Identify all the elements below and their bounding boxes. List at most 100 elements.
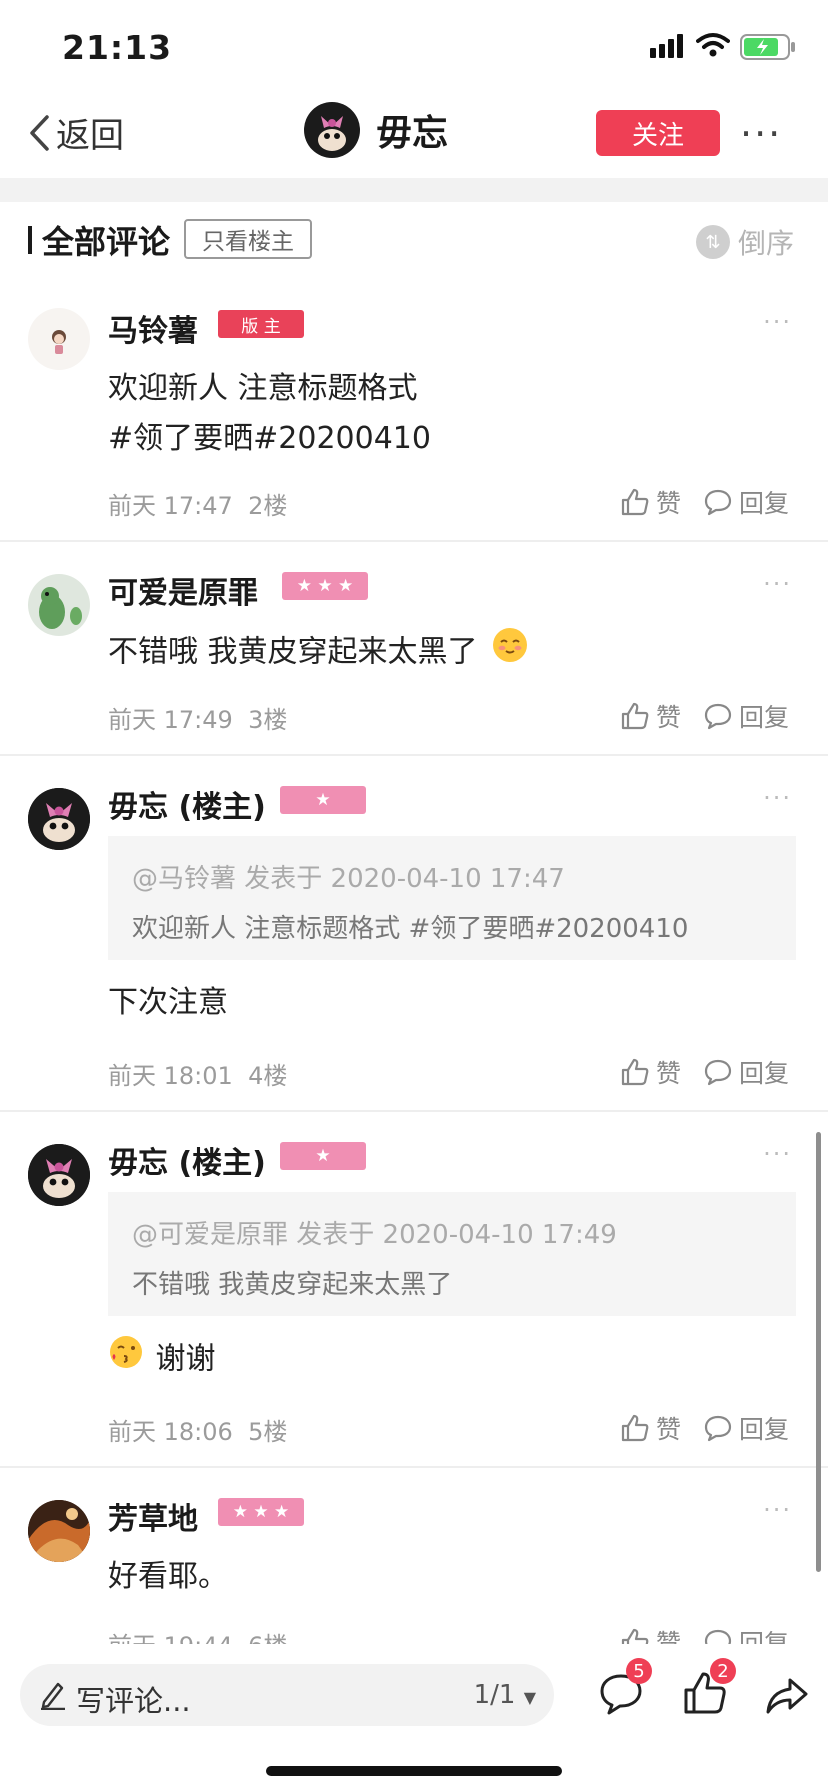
comment-placeholder: 写评论... — [76, 1684, 191, 1718]
quote-header: @可爱是原罪 发表于 2020-04-10 17:49 — [132, 1220, 617, 1250]
comment-meta: 前天 19:44 6楼 — [108, 1626, 287, 1644]
comment-more-button[interactable]: ··· — [763, 1496, 792, 1524]
like-label: 赞 — [656, 1629, 682, 1644]
back-label: 返回 — [56, 116, 124, 156]
reply-button[interactable]: 回复 — [703, 1054, 789, 1090]
like-label: 赞 — [656, 1415, 682, 1444]
reply-label: 回复 — [739, 703, 790, 732]
comment-item: 可爱是原罪 ★ ★ ★ ··· 不错哦 我黄皮穿起来太黑了 前天 17:49 3… — [0, 562, 828, 754]
battery-icon — [740, 34, 796, 64]
chat-bubble-icon — [704, 1629, 732, 1644]
page-selector[interactable]: 1/1 ▼ — [474, 1680, 536, 1710]
signal-icon — [650, 34, 686, 62]
nav-user[interactable]: 毋忘 — [304, 102, 448, 158]
level-badge: ★ ★ ★ — [218, 1498, 304, 1526]
pencil-icon — [41, 1682, 65, 1710]
like-button[interactable]: 赞 — [620, 1054, 681, 1090]
thumbs-up-icon — [621, 1628, 649, 1644]
comment-floor: 6楼 — [248, 1632, 287, 1644]
avatar[interactable] — [28, 308, 90, 370]
thumbs-up-icon — [621, 488, 649, 516]
reply-button[interactable]: 回复 — [703, 698, 789, 734]
reply-button[interactable]: 回复 — [703, 1624, 789, 1644]
home-indicator — [266, 1766, 562, 1776]
comment-text: 谢谢 — [108, 1334, 216, 1386]
like-button[interactable]: 赞 — [620, 484, 681, 520]
avatar[interactable] — [28, 574, 90, 636]
avatar[interactable] — [28, 1144, 90, 1206]
like-button[interactable]: 赞 — [620, 698, 681, 734]
username[interactable]: 可爱是原罪 — [108, 568, 258, 612]
reply-label: 回复 — [739, 1629, 790, 1644]
comment-item: 马铃薯 版 主 ··· 欢迎新人 注意标题格式 #领了要晒#20200410 前… — [0, 300, 828, 540]
reply-label: 回复 — [739, 489, 790, 518]
level-badge: ★ — [280, 786, 366, 814]
wifi-icon — [696, 32, 730, 62]
all-comments-tab[interactable]: 全部评论 — [28, 217, 170, 263]
quoted-comment[interactable]: @马铃薯 发表于 2020-04-10 17:47 欢迎新人 注意标题格式 #领… — [108, 836, 796, 960]
avatar[interactable] — [28, 788, 90, 850]
comment-text: 下次注意 — [108, 985, 228, 1020]
like-button[interactable]: 赞 — [620, 1624, 681, 1644]
like-label: 赞 — [656, 1059, 682, 1088]
comment-floor: 3楼 — [248, 706, 288, 734]
chat-bubble-icon — [704, 703, 732, 730]
comment-actions: 赞 回复 — [620, 484, 789, 520]
comment-floor: 4楼 — [248, 1062, 288, 1090]
comment-text: 好看耶。 — [108, 1559, 228, 1594]
nav-avatar[interactable] — [304, 102, 360, 158]
username[interactable]: 毋忘 (楼主) — [108, 782, 266, 826]
comment-meta: 前天 17:49 3楼 — [108, 700, 287, 735]
comment-divider — [0, 754, 828, 756]
username[interactable]: 芳草地 — [108, 1494, 198, 1538]
comment-item: 芳草地 ★ ★ ★ ··· 好看耶。 前天 19:44 6楼 赞 回复 — [0, 1488, 828, 1644]
comment-floor: 2楼 — [248, 492, 288, 520]
quoted-comment[interactable]: @可爱是原罪 发表于 2020-04-10 17:49 不错哦 我黄皮穿起来太黑… — [108, 1192, 796, 1316]
sort-button[interactable]: ⇅ 倒序 — [696, 222, 794, 262]
avatar[interactable] — [28, 1500, 90, 1562]
sort-label: 倒序 — [738, 227, 795, 260]
level-badge: ★ ★ ★ — [282, 572, 368, 600]
comment-line: 欢迎新人 注意标题格式 — [108, 371, 418, 406]
back-button[interactable]: 返回 — [28, 108, 124, 157]
comment-body: 谢谢 — [155, 1341, 216, 1377]
comment-time: 前天 18:06 — [108, 1418, 233, 1446]
chat-bubble-icon — [704, 1415, 732, 1442]
comment-divider — [0, 1466, 828, 1468]
comment-more-button[interactable]: ··· — [763, 570, 792, 598]
like-label: 赞 — [656, 489, 682, 518]
username[interactable]: 马铃薯 — [108, 306, 198, 350]
comment-more-button[interactable]: ··· — [763, 308, 792, 336]
comment-meta: 前天 17:47 2楼 — [108, 486, 287, 521]
quote-body: 不错哦 我黄皮穿起来太黑了 — [132, 1270, 453, 1300]
like-button[interactable]: 赞 — [620, 1410, 681, 1446]
reply-button[interactable]: 回复 — [703, 484, 789, 520]
comment-more-button[interactable]: ··· — [763, 1140, 792, 1168]
quote-header: @马铃薯 发表于 2020-04-10 17:47 — [132, 864, 565, 894]
all-comments-label: 全部评论 — [42, 223, 171, 261]
comment-divider — [0, 1110, 828, 1112]
follow-button[interactable]: 关注 — [596, 110, 720, 156]
nav-title: 毋忘 — [376, 113, 449, 154]
scrollbar[interactable] — [816, 1132, 821, 1572]
share-button[interactable] — [764, 1676, 810, 1720]
username[interactable]: 毋忘 (楼主) — [108, 1138, 266, 1182]
comment-time: 前天 17:47 — [108, 492, 233, 520]
comment-meta: 前天 18:01 4楼 — [108, 1056, 287, 1091]
page-indicator: 1/1 — [473, 1680, 516, 1710]
more-menu-button[interactable]: ··· — [740, 112, 782, 156]
share-arrow-icon — [766, 1678, 808, 1714]
comment-count-badge: 5 — [626, 1658, 652, 1684]
only-owner-button[interactable]: 只看楼主 — [184, 219, 312, 259]
kiss-emoji-icon — [108, 1334, 144, 1386]
comment-divider — [0, 540, 828, 542]
comment-actions: 赞 回复 — [620, 1054, 789, 1090]
comment-more-button[interactable]: ··· — [763, 784, 792, 812]
comment-time: 前天 18:01 — [108, 1062, 233, 1090]
comment-time: 前天 17:49 — [108, 706, 233, 734]
reply-button[interactable]: 回复 — [703, 1410, 789, 1446]
comment-input[interactable]: 写评论... 1/1 ▼ — [20, 1664, 554, 1726]
thumbs-up-icon — [621, 702, 649, 730]
like-count-badge: 2 — [710, 1658, 736, 1684]
comment-meta: 前天 18:06 5楼 — [108, 1412, 287, 1447]
